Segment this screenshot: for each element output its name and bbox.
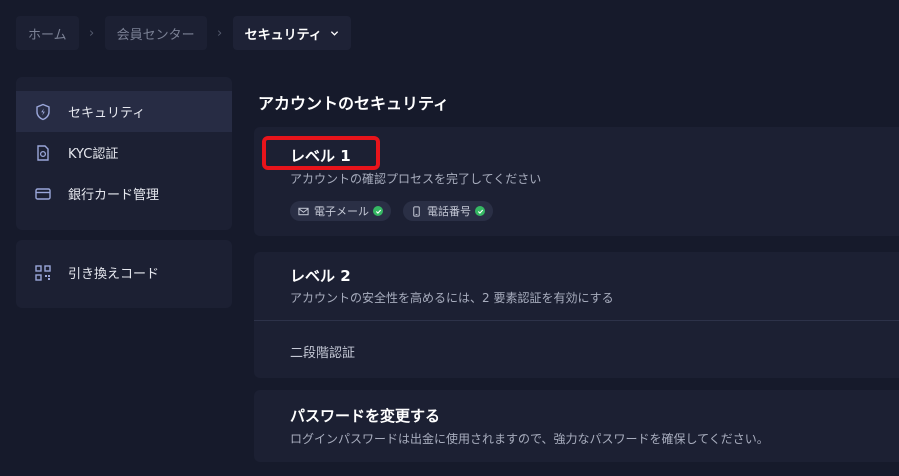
level1-badges: 電子メール 電話番号 [290, 201, 493, 221]
sidebar-item-kyc[interactable]: KYC認証 [16, 132, 232, 173]
password-panel[interactable]: パスワードを変更する ログインパスワードは出金に使用されますので、強力なパスワー… [254, 390, 899, 462]
password-description: ログインパスワードは出金に使用されますので、強力なパスワードを確保してください。 [290, 432, 769, 446]
level2-description: アカウントの安全性を高めるには、2 要素認証を有効にする [290, 291, 614, 305]
sidebar-item-redeem-code[interactable]: 引き換えコード [16, 252, 232, 293]
divider [254, 320, 899, 321]
sidebar-item-label: セキュリティ [68, 106, 146, 121]
email-badge-label: 電子メール [314, 205, 369, 218]
phone-icon [413, 205, 420, 217]
level1-description: アカウントの確認プロセスを完了してください [290, 172, 542, 186]
breadcrumb-home[interactable]: ホーム [16, 16, 79, 50]
sidebar-item-security[interactable]: セキュリティ [16, 91, 232, 132]
breadcrumb-separator: › [89, 25, 95, 41]
breadcrumb-current[interactable]: セキュリティ [232, 16, 351, 50]
level1-title: レベル 1 [290, 147, 351, 165]
level2-title: レベル 2 [290, 267, 351, 285]
phone-badge: 電話番号 [403, 201, 493, 221]
sidebar-redeem-card: 引き換えコード [16, 240, 232, 308]
sidebar-item-label: 引き換えコード [68, 267, 160, 282]
sidebar-item-label: KYC認証 [68, 147, 119, 162]
breadcrumb-member-center[interactable]: 会員センター [104, 16, 207, 50]
sidebar-item-bank-card[interactable]: 銀行カード管理 [16, 173, 232, 214]
mail-icon [298, 207, 309, 215]
level2-panel: レベル 2 アカウントの安全性を高めるには、2 要素認証を有効にする 二段階認証 [254, 252, 899, 378]
check-icon [475, 206, 485, 216]
bank-card-icon [34, 185, 52, 203]
sidebar-menu: セキュリティ KYC認証 銀行カード管理 [16, 77, 232, 230]
phone-badge-label: 電話番号 [427, 205, 471, 218]
level1-panel: レベル 1 アカウントの確認プロセスを完了してください 電子メール 電話番号 [254, 127, 899, 236]
password-title: パスワードを変更する [290, 407, 441, 425]
sidebar-item-label: 銀行カード管理 [68, 188, 160, 203]
kyc-document-icon [34, 144, 52, 162]
qr-code-icon [34, 264, 52, 282]
breadcrumb-current-label: セキュリティ [244, 27, 322, 43]
page-title: アカウントのセキュリティ [258, 94, 450, 113]
check-icon [373, 206, 383, 216]
breadcrumb-separator: › [217, 25, 223, 41]
breadcrumb: ホーム › 会員センター › セキュリティ [16, 16, 351, 50]
two-step-auth-item[interactable]: 二段階認証 [290, 342, 355, 361]
shield-icon [34, 103, 52, 121]
email-badge: 電子メール [290, 201, 391, 221]
chevron-down-icon [330, 30, 339, 36]
